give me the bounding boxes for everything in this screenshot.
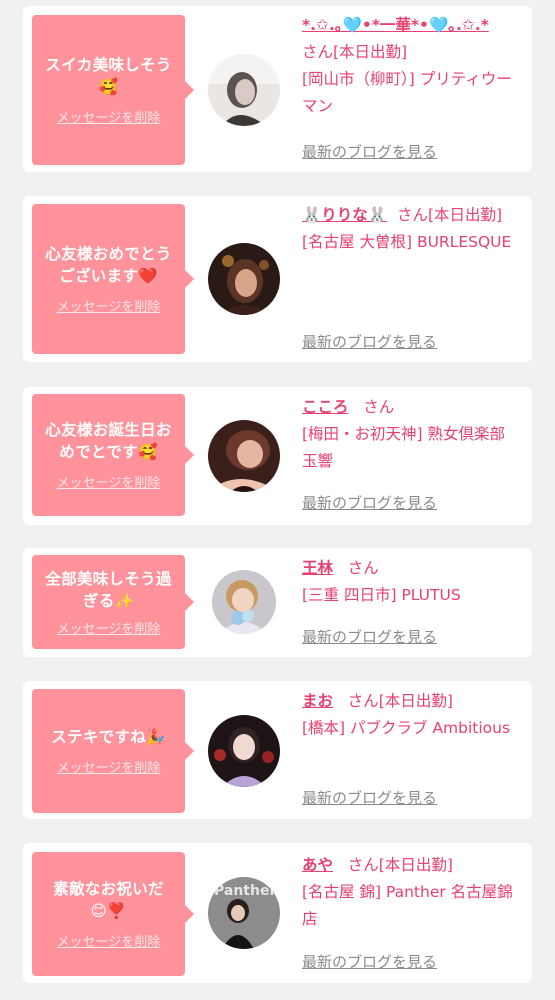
avatar[interactable] [208, 243, 280, 315]
avatar-logo-text: Panther [214, 883, 276, 899]
shop-name: [岡山市（柳町）] プリティウーマン [302, 70, 512, 115]
cast-suffix: さん[本日出勤] [302, 43, 408, 61]
message-card: 全部美味しそう過ぎる✨ メッセージを削除 王林 さん [三重 四日市] PLUT… [23, 548, 532, 657]
woman-portrait-icon: Panther [208, 877, 280, 949]
cast-suffix: さん [363, 398, 395, 416]
delete-message-link[interactable]: メッセージを削除 [57, 618, 161, 637]
message-card: スイカ美味しそう 🥰 メッセージを削除 *.✩.｡🩵•*一華*•🩵｡.✩.* さん… [23, 6, 532, 172]
cast-name-link[interactable]: 王林 [302, 559, 333, 577]
cast-info: あや さん[本日出勤] [名古屋 錦] Panther 名古屋錦店 [302, 852, 524, 933]
woman-portrait-icon [208, 54, 280, 126]
message-bubble: スイカ美味しそう 🥰 メッセージを削除 [32, 15, 194, 165]
message-card: 心友様お誕生日おめでとです🥰 メッセージを削除 こころ さん [梅田・お初天神]… [23, 387, 532, 525]
latest-blog-link[interactable]: 最新のブログを見る [302, 141, 437, 162]
shop-name: [三重 四日市] PLUTUS [302, 586, 461, 604]
latest-blog-link[interactable]: 最新のブログを見る [302, 492, 437, 513]
message-text: ステキですね🎉 [51, 728, 166, 746]
heart-emoji-icon: ❤️ [138, 267, 158, 285]
latest-blog-link[interactable]: 最新のブログを見る [302, 626, 437, 647]
cast-name-link[interactable]: あや [302, 856, 333, 874]
smiling-hearts-emoji-icon: 🥰 [98, 78, 119, 96]
woman-portrait-icon [208, 715, 280, 787]
sparkles-emoji-icon: ✨ [114, 591, 135, 610]
cast-suffix: さん[本日出勤] [347, 856, 453, 874]
avatar[interactable] [208, 715, 280, 787]
message-text: スイカ美味しそう 🥰 [45, 56, 172, 96]
woman-portrait-icon [212, 570, 276, 634]
latest-blog-link[interactable]: 最新のブログを見る [302, 787, 437, 808]
cast-info: *.✩.｡🩵•*一華*•🩵｡.✩.* さん[本日出勤] [岡山市（柳町）] プリ… [302, 12, 524, 120]
cast-info: 🐰りりな🐰 さん[本日出勤] [名古屋 大曽根] BURLESQUE [302, 202, 524, 256]
cast-suffix: さん[本日出勤] [347, 692, 453, 710]
cast-suffix: さん [347, 559, 379, 577]
message-bubble: 全部美味しそう過ぎる✨ メッセージを削除 [32, 555, 194, 649]
cast-name-link[interactable]: こころ [302, 398, 349, 416]
delete-message-link[interactable]: メッセージを削除 [57, 757, 161, 776]
cast-info: 王林 さん [三重 四日市] PLUTUS [302, 555, 524, 609]
latest-blog-link[interactable]: 最新のブログを見る [302, 331, 437, 352]
message-text: 心友様お誕生日おめでとです🥰 [45, 421, 172, 461]
avatar[interactable] [208, 420, 280, 492]
message-text: 全部美味しそう過ぎる✨ [45, 569, 172, 610]
smiling-hearts-emoji-icon: 🥰 [137, 443, 158, 461]
cast-name-link[interactable]: まお [302, 692, 333, 710]
latest-blog-link[interactable]: 最新のブログを見る [302, 951, 437, 972]
message-bubble: 心友様お誕生日おめでとです🥰 メッセージを削除 [32, 394, 194, 516]
cast-info: こころ さん [梅田・お初天神] 熟女倶楽部 玉響 [302, 394, 524, 475]
delete-message-link[interactable]: メッセージを削除 [57, 107, 161, 126]
shop-name: [名古屋 大曽根] BURLESQUE [302, 233, 512, 251]
delete-message-link[interactable]: メッセージを削除 [57, 296, 161, 315]
message-text: 素敵なお祝いだ 😊❣️ [53, 880, 164, 920]
avatar[interactable]: Panther [208, 877, 280, 949]
avatar[interactable] [208, 54, 280, 126]
message-card: 素敵なお祝いだ 😊❣️ メッセージを削除 Panther あや さん[本日出勤] … [23, 843, 532, 983]
woman-portrait-icon [208, 420, 280, 492]
cast-suffix: さん[本日出勤] [396, 206, 503, 224]
smile-heart-exclamation-emoji-icon: 😊❣️ [90, 902, 127, 920]
cast-name-link[interactable]: *.✩.｡🩵•*一華*•🩵｡.✩.* [302, 16, 489, 34]
message-bubble: 心友様おめでとうございます❤️ メッセージを削除 [32, 204, 194, 354]
cast-info: まお さん[本日出勤] [橋本] パブクラブ Ambitious [302, 688, 524, 742]
party-popper-emoji-icon: 🎉 [146, 728, 166, 746]
message-text: 心友様おめでとうございます❤️ [45, 245, 172, 285]
message-bubble: ステキですね🎉 メッセージを削除 [32, 689, 194, 813]
shop-name: [梅田・お初天神] 熟女倶楽部 玉響 [302, 425, 506, 470]
shop-name: [名古屋 錦] Panther 名古屋錦店 [302, 883, 513, 928]
message-list: スイカ美味しそう 🥰 メッセージを削除 *.✩.｡🩵•*一華*•🩵｡.✩.* さん… [0, 0, 555, 1000]
cast-name-link[interactable]: 🐰りりな🐰 [302, 206, 387, 224]
message-bubble: 素敵なお祝いだ 😊❣️ メッセージを削除 [32, 852, 194, 976]
message-card: 心友様おめでとうございます❤️ メッセージを削除 🐰りりな🐰 さん[本日出勤] … [23, 196, 532, 362]
shop-name: [橋本] パブクラブ Ambitious [302, 719, 511, 737]
delete-message-link[interactable]: メッセージを削除 [57, 931, 161, 950]
delete-message-link[interactable]: メッセージを削除 [57, 472, 161, 491]
avatar[interactable] [212, 570, 276, 634]
woman-portrait-icon [208, 243, 280, 315]
message-card: ステキですね🎉 メッセージを削除 まお さん[本日出勤] [橋本] パブクラブ … [23, 681, 532, 819]
